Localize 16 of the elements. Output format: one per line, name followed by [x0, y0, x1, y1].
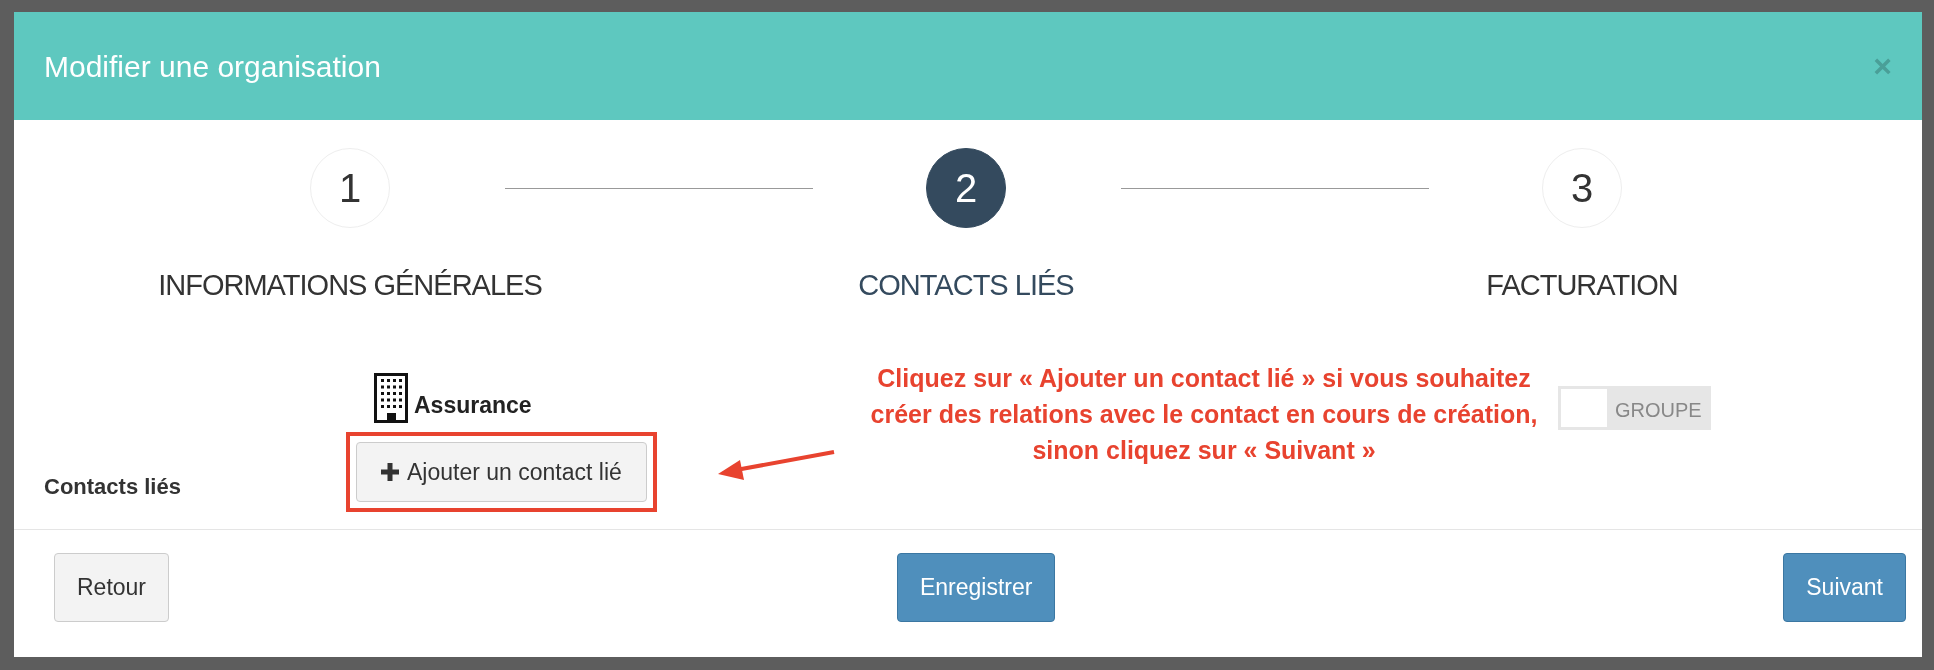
step-circle[interactable]: 1: [310, 148, 390, 228]
step-circle[interactable]: 2: [926, 148, 1006, 228]
field-label: Contacts liés: [44, 472, 181, 501]
add-contact-button[interactable]: Ajouter un contact lié: [356, 441, 647, 502]
step-label: INFORMATIONS GÉNÉRALES: [158, 268, 542, 303]
instruction-text: Cliquez sur « Ajouter un contact lié » si vous souhaitez créer des relations avec le contact en cours de création, sinon cliquez sur « Suivant »: [869, 362, 1539, 466]
step-circle[interactable]: 3: [1542, 148, 1622, 228]
building-icon: [374, 372, 408, 423]
footer-button[interactable]: Suivant: [1783, 553, 1906, 622]
step-label: CONTACTS LIÉS: [858, 268, 1074, 303]
footer-button[interactable]: Retour: [54, 553, 170, 622]
footer-button[interactable]: Enregistrer: [896, 553, 1056, 622]
organisation-name: Assurance: [414, 391, 532, 420]
dialog-title: Modifier une organisation: [44, 48, 381, 85]
plus-icon: [381, 462, 399, 481]
step-label: FACTURATION: [1486, 268, 1678, 303]
